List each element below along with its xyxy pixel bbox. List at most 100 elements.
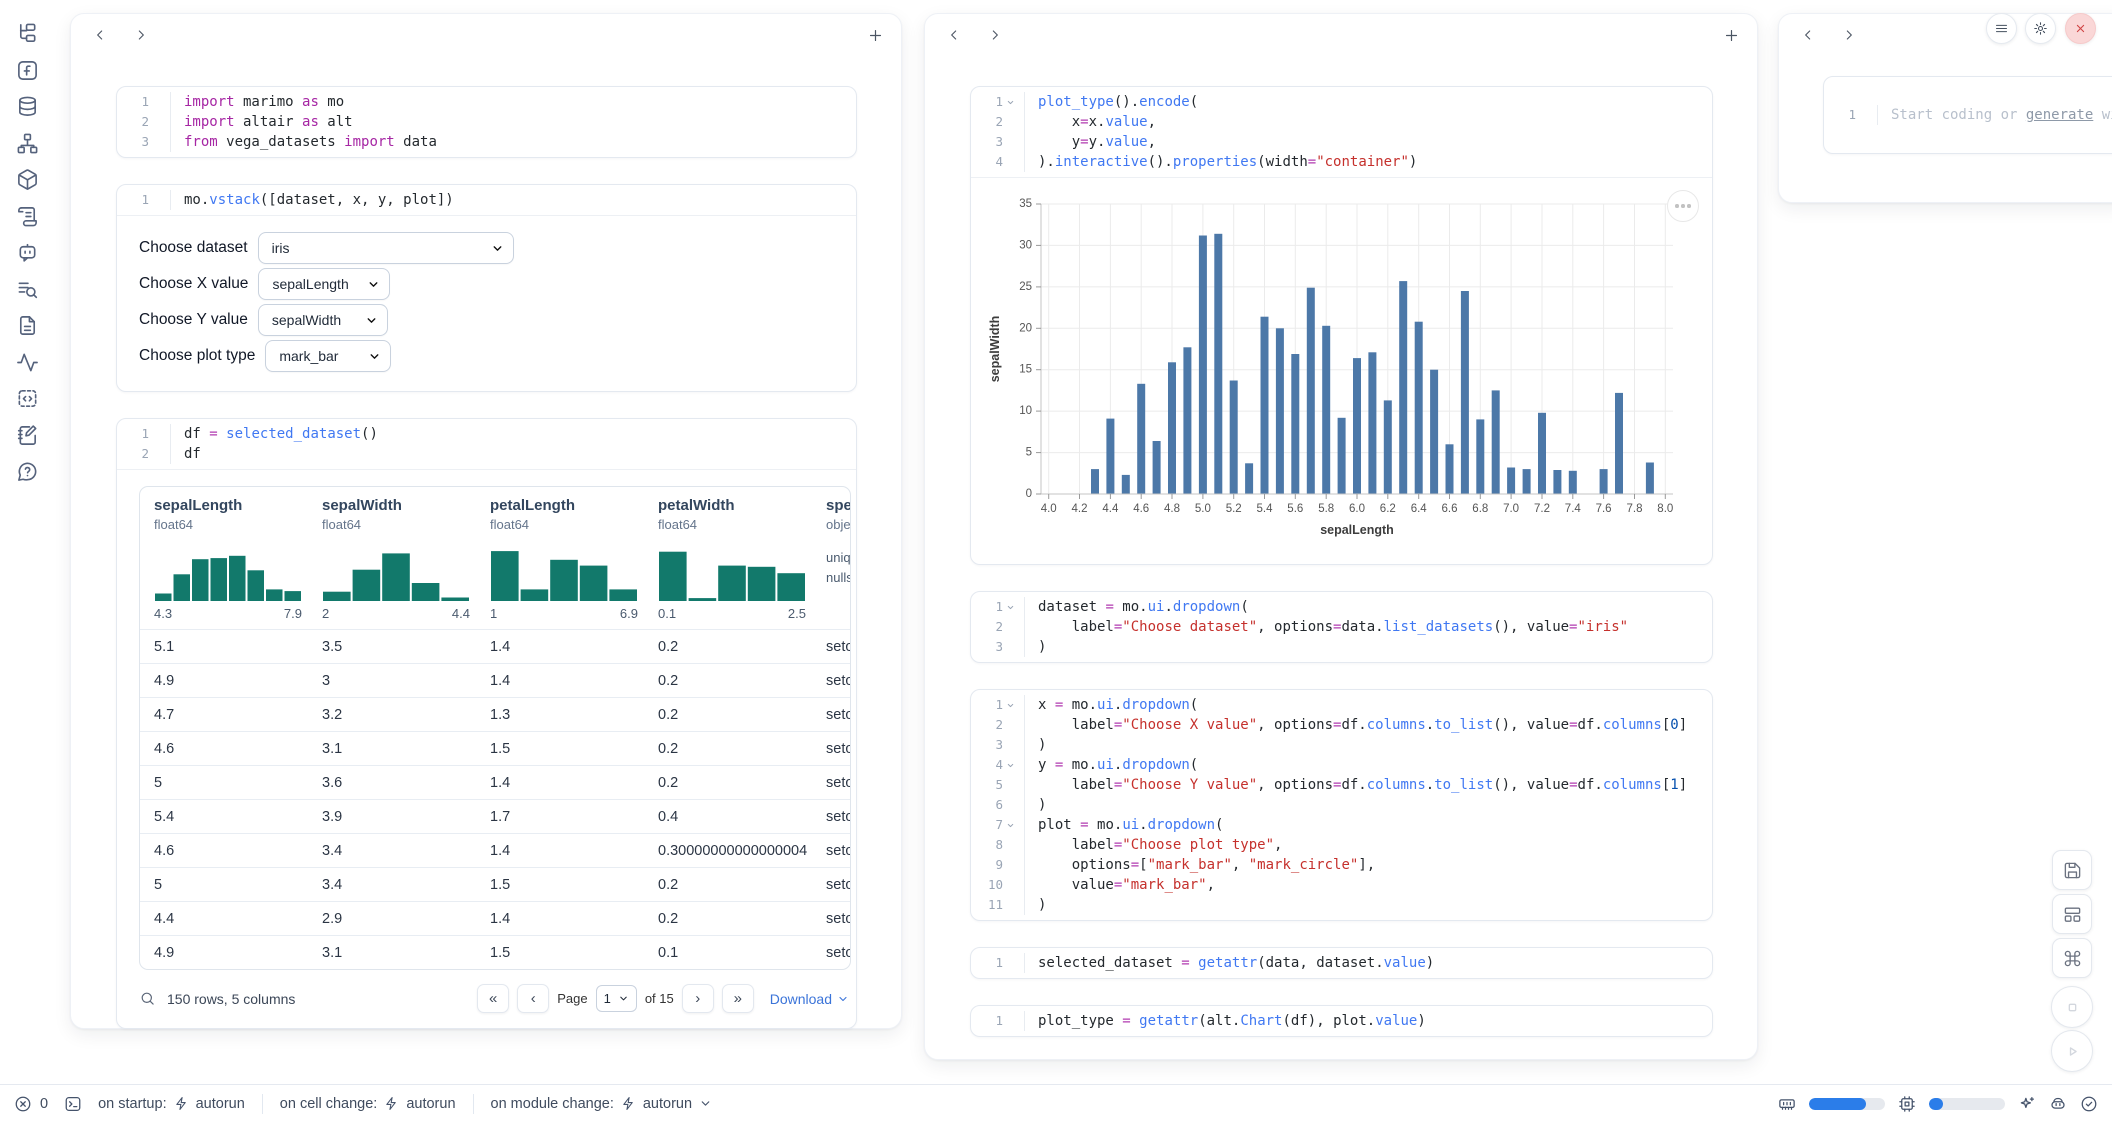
chevron-right-icon[interactable] [133, 27, 149, 43]
generate-link[interactable]: generate [2026, 107, 2093, 123]
code-editor[interactable]: 1import marimo as mo2import altair as al… [117, 87, 856, 157]
code-line[interactable]: 3from vega_datasets import data [117, 132, 856, 152]
error-indicator[interactable]: 0 [14, 1095, 48, 1113]
code-editor[interactable]: 1df = selected_dataset()2df [117, 419, 856, 469]
code-line[interactable]: 1dataset = mo.ui.dropdown( [971, 597, 1712, 617]
table-row[interactable]: 4.63.41.40.30000000000000004setosa [140, 833, 850, 867]
layout-button[interactable] [2052, 894, 2092, 934]
first-page-button[interactable]: « [477, 984, 509, 1013]
package-icon[interactable] [16, 168, 39, 191]
chevron-right-icon[interactable] [987, 27, 1003, 43]
close-panel-button[interactable] [2065, 13, 2096, 44]
run-button[interactable] [2051, 1030, 2093, 1072]
settings-button[interactable] [2025, 13, 2056, 44]
table-row[interactable]: 53.61.40.2setosa [140, 765, 850, 799]
code-line[interactable]: 2import altair as alt [117, 112, 856, 132]
connection-status-icon[interactable] [2080, 1095, 2098, 1113]
download-button[interactable]: Download [770, 991, 849, 1007]
stop-button[interactable] [2051, 986, 2093, 1028]
code-line[interactable]: 9 options=["mark_bar", "mark_circle"], [971, 855, 1712, 875]
y-value-select[interactable]: sepalWidth [258, 304, 388, 336]
code-line[interactable]: 1selected_dataset = getattr(data, datase… [971, 953, 1712, 973]
code-line[interactable]: 1mo.vstack([dataset, x, y, plot]) [117, 190, 856, 210]
database-icon[interactable] [16, 95, 39, 118]
code-line[interactable]: 10 value="mark_bar", [971, 875, 1712, 895]
code-line[interactable]: 3 y=y.value, [971, 132, 1712, 152]
code-editor[interactable]: 1selected_dataset = getattr(data, datase… [971, 948, 1712, 978]
code-editor[interactable]: 1mo.vstack([dataset, x, y, plot]) [117, 185, 856, 215]
table-row[interactable]: 53.41.50.2setosa [140, 867, 850, 901]
code-line[interactable]: 5 label="Choose Y value", options=df.col… [971, 775, 1712, 795]
x-value-select[interactable]: sepalLength [258, 268, 390, 300]
code-line[interactable]: 4y = mo.ui.dropdown( [971, 755, 1712, 775]
table-column-header[interactable]: sepalLengthfloat644.37.9 [140, 487, 308, 629]
runtime-config-item[interactable]: on module change:autorun [491, 1096, 713, 1112]
bar-chart[interactable]: 4.04.24.44.64.85.05.25.45.65.86.06.26.46… [985, 190, 1685, 554]
table-column-header[interactable]: petalLengthfloat6416.9 [476, 487, 644, 629]
ai-sparkle-icon[interactable] [2018, 1095, 2036, 1113]
code-line[interactable]: 1plot_type().encode( [971, 92, 1712, 112]
runtime-config-item[interactable]: on startup:autorun [98, 1096, 245, 1112]
table-row[interactable]: 4.73.21.30.2setosa [140, 697, 850, 731]
last-page-button[interactable]: » [722, 984, 754, 1013]
terminal-icon[interactable] [64, 1095, 82, 1113]
scratchpad-icon[interactable] [16, 424, 39, 447]
table-row[interactable]: 4.42.91.40.2setosa [140, 901, 850, 935]
add-cell-button[interactable] [1723, 27, 1740, 44]
code-line[interactable]: 1df = selected_dataset() [117, 424, 856, 444]
dependency-graph-icon[interactable] [16, 132, 39, 155]
code-editor[interactable]: 1dataset = mo.ui.dropdown(2 label="Choos… [971, 592, 1712, 662]
code-line[interactable]: 11) [971, 895, 1712, 915]
code-editor[interactable]: 1plot_type = getattr(alt.Chart(df), plot… [971, 1006, 1712, 1036]
file-tree-icon[interactable] [16, 22, 39, 45]
code-line[interactable]: 3) [971, 735, 1712, 755]
code-line[interactable]: 2 label="Choose dataset", options=data.l… [971, 617, 1712, 637]
logs-icon[interactable] [16, 278, 39, 301]
chevron-left-icon[interactable] [92, 27, 108, 43]
code-line[interactable]: 1plot_type = getattr(alt.Chart(df), plot… [971, 1011, 1712, 1031]
plot-type-select[interactable]: mark_bar [265, 340, 391, 372]
table-row[interactable]: 4.63.11.50.2setosa [140, 731, 850, 765]
table-column-header[interactable]: petalWidthfloat640.12.5 [644, 487, 812, 629]
save-button[interactable] [2052, 850, 2092, 890]
help-icon[interactable] [16, 460, 39, 483]
code-line[interactable]: 3) [971, 637, 1712, 657]
code-editor[interactable]: 1 Start coding or generate with AI [1824, 77, 2112, 153]
table-row[interactable]: 5.13.51.40.2setosa [140, 629, 850, 663]
copilot-icon[interactable] [2049, 1095, 2067, 1113]
chart-menu-button[interactable] [1667, 190, 1699, 222]
prev-page-button[interactable]: ‹ [517, 984, 549, 1013]
code-line[interactable]: 4).interactive().properties(width="conta… [971, 152, 1712, 172]
code-line[interactable]: 2 x=x.value, [971, 112, 1712, 132]
page-select[interactable]: 1 [596, 985, 637, 1012]
next-page-button[interactable]: › [682, 984, 714, 1013]
table-row[interactable]: 4.93.11.50.1setosa [140, 935, 850, 969]
dataset-select[interactable]: iris [258, 232, 514, 264]
code-line[interactable]: 6) [971, 795, 1712, 815]
code-line[interactable]: 1import marimo as mo [117, 92, 856, 112]
chat-icon[interactable] [16, 241, 39, 264]
command-palette-button[interactable] [2052, 938, 2092, 978]
chevron-right-icon[interactable] [1841, 27, 1857, 43]
table-row[interactable]: 4.931.40.2setosa [140, 663, 850, 697]
function-icon[interactable] [16, 59, 39, 82]
add-cell-button[interactable] [867, 27, 884, 44]
search-icon[interactable] [139, 990, 156, 1007]
code-line[interactable]: 8 label="Choose plot type", [971, 835, 1712, 855]
chevron-left-icon[interactable] [1800, 27, 1816, 43]
code-line[interactable]: 7plot = mo.ui.dropdown( [971, 815, 1712, 835]
code-editor[interactable]: 1x = mo.ui.dropdown(2 label="Choose X va… [971, 690, 1712, 920]
snippets-icon[interactable] [16, 387, 39, 410]
code-line[interactable]: 2df [117, 444, 856, 464]
script-icon[interactable] [16, 205, 39, 228]
code-editor[interactable]: 1plot_type().encode(2 x=x.value,3 y=y.va… [971, 87, 1712, 177]
code-line[interactable]: 2 label="Choose X value", options=df.col… [971, 715, 1712, 735]
document-icon[interactable] [16, 314, 39, 337]
chevron-left-icon[interactable] [946, 27, 962, 43]
runtime-config-item[interactable]: on cell change:autorun [280, 1096, 456, 1112]
code-line[interactable]: 1x = mo.ui.dropdown( [971, 695, 1712, 715]
menu-button[interactable] [1986, 13, 2017, 44]
table-column-header[interactable]: speciesobjectuniquenulls: [812, 487, 850, 629]
table-column-header[interactable]: sepalWidthfloat6424.4 [308, 487, 476, 629]
table-row[interactable]: 5.43.91.70.4setosa [140, 799, 850, 833]
